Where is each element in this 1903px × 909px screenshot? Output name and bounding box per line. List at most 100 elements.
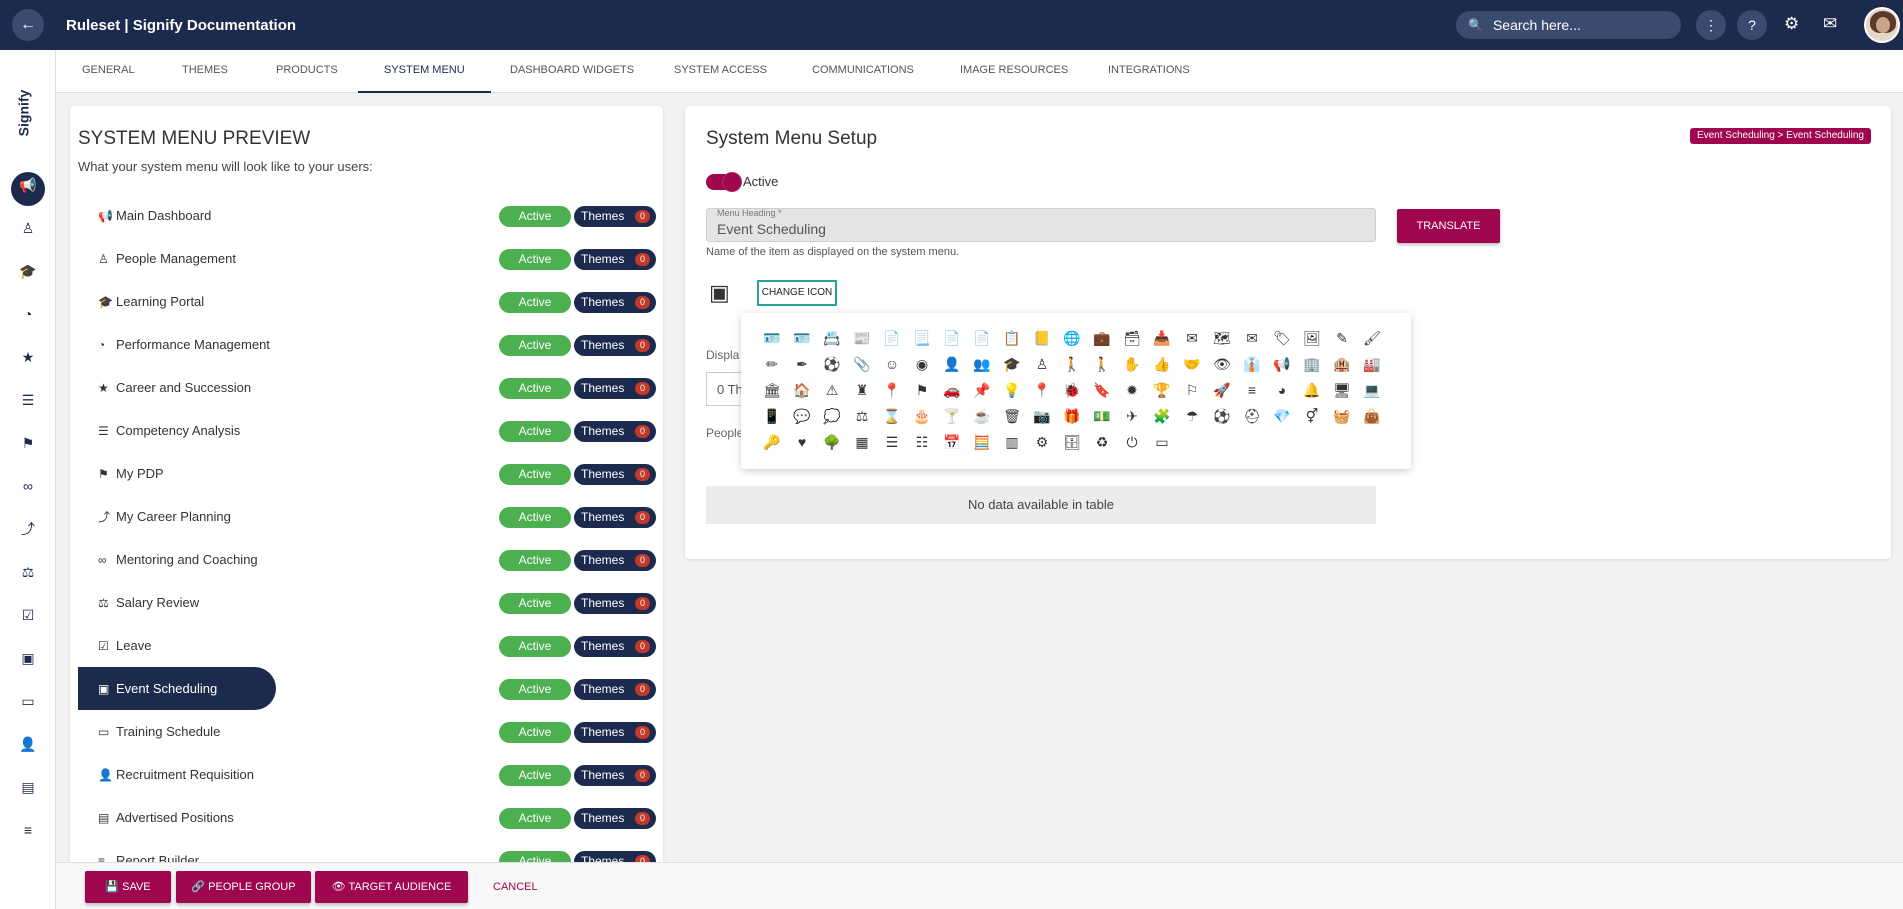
icon-option[interactable]: 🖥 [1327,377,1357,403]
tab-communications[interactable]: COMMUNICATIONS [812,50,914,93]
icon-option[interactable]: 💵 [1087,403,1117,429]
tab-integrations[interactable]: INTEGRATIONS [1108,50,1190,93]
help-icon[interactable]: ? [1737,10,1767,40]
icon-option[interactable]: 👍 [1147,351,1177,377]
icon-option[interactable]: 🚀 [1207,377,1237,403]
themes-badge[interactable]: Themes 0 [574,636,656,657]
menu-item[interactable]: 👤 Recruitment Requisition [78,753,254,796]
icon-option[interactable]: ☕ [967,403,997,429]
icon-option[interactable]: 🎂 [907,403,937,429]
route-icon[interactable]: ⤴ [18,519,38,539]
icon-option[interactable]: ✈ [1117,403,1147,429]
people-group-button[interactable]: 🔗 PEOPLE GROUP [176,871,311,903]
handshake-icon[interactable]: ∞ [18,476,38,496]
themes-badge[interactable]: Themes 0 [574,335,656,356]
themes-badge[interactable]: Themes 0 [574,593,656,614]
mail-icon[interactable]: ✉ [1823,14,1837,34]
icon-option[interactable]: 🧺 [1327,403,1357,429]
icon-option[interactable]: 🏷 [1267,325,1297,351]
icon-option[interactable]: ☂ [1177,403,1207,429]
icon-option[interactable]: ⚙ [1027,429,1057,455]
themes-badge[interactable]: Themes 0 [574,765,656,786]
icon-option[interactable]: 🚶 [1087,351,1117,377]
icon-option[interactable]: 📍 [877,377,907,403]
icon-option[interactable]: 🏆 [1147,377,1177,403]
menu-item[interactable]: ☰ Competency Analysis [78,409,240,452]
icon-option[interactable]: 📋 [997,325,1027,351]
graduation-cap-icon[interactable]: 🎓 [18,261,38,281]
avatar[interactable] [1864,7,1900,43]
icon-option[interactable]: 🗃 [1117,325,1147,351]
icon-option[interactable]: ♥ [787,429,817,455]
person-chalkboard-icon[interactable]: ▣ [18,648,38,668]
icon-option[interactable]: ⚑ [907,377,937,403]
search-input[interactable]: 🔍 Search here... [1456,11,1681,39]
icon-option[interactable]: 🪪 [757,325,787,351]
themes-badge[interactable]: Themes 0 [574,464,656,485]
icon-option[interactable]: 📃 [907,325,937,351]
themes-badge[interactable]: Themes 0 [574,206,656,227]
icon-option[interactable]: 📄 [937,325,967,351]
menu-item[interactable]: ∞ Mentoring and Coaching [78,538,258,581]
icon-option[interactable]: 🏨 [1327,351,1357,377]
icon-option[interactable]: 🔑 [757,429,787,455]
sliders-icon[interactable]: ☰ [18,390,38,410]
icon-option[interactable]: 🏭 [1357,351,1387,377]
icon-option[interactable]: ✉ [1177,325,1207,351]
icon-option[interactable]: 📄 [967,325,997,351]
icon-option[interactable]: ✉ [1237,325,1267,351]
tab-image-resources[interactable]: IMAGE RESOURCES [960,50,1068,93]
icon-option[interactable]: ⚽ [1207,403,1237,429]
icon-option[interactable]: ≡ [1237,377,1267,403]
icon-option[interactable]: ☷ [907,429,937,455]
menu-item[interactable]: ▤ Advertised Positions [78,796,234,839]
menu-item[interactable]: 📢 Main Dashboard [78,194,211,237]
icon-option[interactable]: ⚥ [1297,403,1327,429]
icon-option[interactable]: ✎ [1327,325,1357,351]
menu-item[interactable]: 🎓 Learning Portal [78,280,204,323]
active-toggle[interactable] [706,172,742,192]
icon-option[interactable]: 💻 [1357,377,1387,403]
icon-option[interactable]: 💡 [997,377,1027,403]
icon-option[interactable]: 🗺 [1207,325,1237,351]
tab-system-menu[interactable]: SYSTEM MENU [358,50,491,93]
cancel-button[interactable]: CANCEL [493,871,538,903]
tab-dashboard-widgets[interactable]: DASHBOARD WIDGETS [510,50,634,93]
signpost-icon[interactable]: ⚑ [18,433,38,453]
icon-option[interactable]: ✋ [1117,351,1147,377]
menu-item[interactable]: ◔ Performance Management [78,323,270,366]
icon-option[interactable]: 🔔 [1297,377,1327,403]
icon-option[interactable]: ▦ [847,429,877,455]
icon-option[interactable]: ✹ [1117,377,1147,403]
icon-option[interactable]: 📌 [967,377,997,403]
target-audience-button[interactable]: 👁 TARGET AUDIENCE [315,871,468,903]
icon-option[interactable]: 👥 [967,351,997,377]
themes-badge[interactable]: Themes 0 [574,421,656,442]
display-input[interactable]: 0 Th [706,372,746,406]
icon-option[interactable]: 📒 [1027,325,1057,351]
menu-item[interactable]: ⚑ My PDP [78,452,164,495]
icon-option[interactable]: ⚠ [817,377,847,403]
icon-option[interactable]: 💬 [787,403,817,429]
icon-option[interactable]: ♙ [1027,351,1057,377]
icon-option[interactable]: ♻ [1087,429,1117,455]
gear-icon[interactable]: ⚙ [1784,14,1799,34]
icon-option[interactable]: 📢 [1267,351,1297,377]
laptop-icon[interactable]: ▭ [18,691,38,711]
scales-icon[interactable]: ⚖ [18,562,38,582]
save-button[interactable]: 💾 SAVE [85,871,171,903]
icon-option[interactable]: ▭ [1147,429,1177,455]
icon-option[interactable]: 💎 [1267,403,1297,429]
icon-option[interactable]: ☰ [877,429,907,455]
icon-option[interactable]: ☺ [877,351,907,377]
icon-option[interactable]: 📰 [847,325,877,351]
icon-option[interactable]: 🏢 [1297,351,1327,377]
icon-option[interactable]: ⏻ [1117,429,1147,455]
menu-item[interactable]: ⚖ Salary Review [78,581,199,624]
icon-option[interactable]: 👔 [1237,351,1267,377]
back-arrow-icon[interactable]: ← [12,9,44,41]
tab-general[interactable]: GENERAL [82,50,135,93]
tab-themes[interactable]: THEMES [182,50,228,93]
themes-badge[interactable]: Themes 0 [574,808,656,829]
icon-option[interactable]: ⚖ [847,403,877,429]
